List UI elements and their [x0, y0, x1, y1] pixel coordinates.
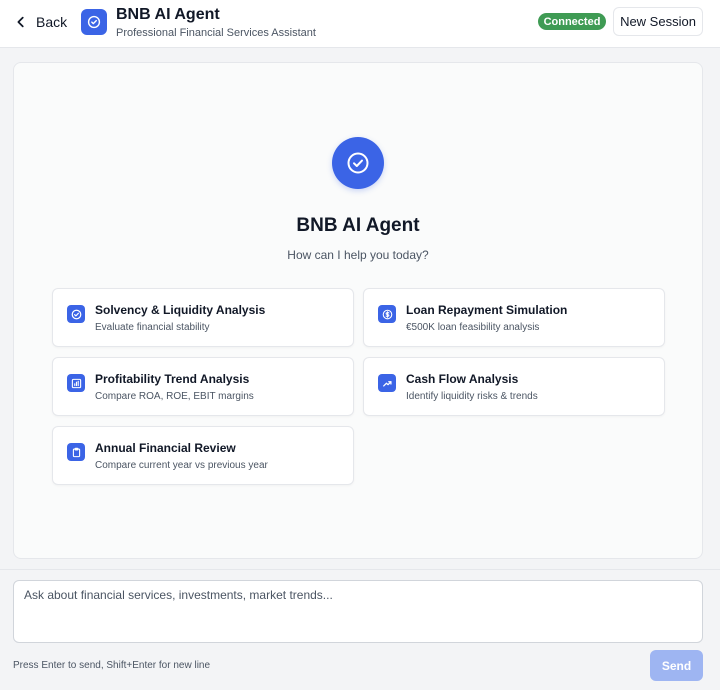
- suggestion-annual-review[interactable]: Annual Financial Review Compare current …: [52, 426, 354, 485]
- suggestion-cash-flow[interactable]: Cash Flow Analysis Identify liquidity ri…: [363, 357, 665, 416]
- suggestion-solvency-liquidity[interactable]: Solvency & Liquidity Analysis Evaluate f…: [52, 288, 354, 347]
- suggestion-loan-repayment[interactable]: Loan Repayment Simulation €500K loan fea…: [363, 288, 665, 347]
- suggestion-description: Identify liquidity risks & trends: [406, 391, 538, 402]
- clipboard-icon: [67, 443, 85, 461]
- welcome-title: BNB AI Agent: [296, 215, 420, 236]
- check-circle-icon: [81, 9, 107, 35]
- suggestion-description: Compare ROA, ROE, EBIT margins: [95, 391, 254, 402]
- bar-chart-icon: [67, 374, 85, 392]
- suggestion-title: Loan Repayment Simulation: [406, 303, 568, 317]
- trending-up-icon: [378, 374, 396, 392]
- page-title: BNB AI Agent: [116, 6, 220, 23]
- send-button[interactable]: Send: [650, 650, 703, 681]
- suggestion-description: €500K loan feasibility analysis: [406, 322, 540, 333]
- top-bar: Back BNB AI Agent Professional Financial…: [0, 0, 720, 48]
- dollar-circle-icon: [378, 305, 396, 323]
- suggestion-description: Evaluate financial stability: [95, 322, 210, 333]
- back-label: Back: [36, 14, 68, 30]
- input-hint: Press Enter to send, Shift+Enter for new…: [13, 660, 211, 671]
- suggestion-profitability-trend[interactable]: Profitability Trend Analysis Compare ROA…: [52, 357, 354, 416]
- suggestion-title: Profitability Trend Analysis: [95, 372, 250, 386]
- check-circle-icon: [332, 137, 384, 189]
- new-session-button[interactable]: New Session: [613, 7, 703, 36]
- back-button[interactable]: Back: [14, 11, 67, 33]
- welcome-subtitle: How can I help you today?: [287, 248, 429, 262]
- message-input[interactable]: [13, 580, 703, 643]
- chat-panel: BNB AI Agent How can I help you today? S…: [13, 62, 703, 559]
- suggestion-title: Cash Flow Analysis: [406, 372, 519, 386]
- composer-divider: [0, 569, 720, 570]
- suggestion-title: Annual Financial Review: [95, 441, 236, 455]
- page-subtitle: Professional Financial Services Assistan…: [116, 27, 316, 39]
- chevron-left-icon: [17, 16, 24, 28]
- status-badge: Connected: [538, 13, 606, 30]
- suggestion-title: Solvency & Liquidity Analysis: [95, 303, 266, 317]
- check-circle-icon: [67, 305, 85, 323]
- suggestion-description: Compare current year vs previous year: [95, 460, 268, 471]
